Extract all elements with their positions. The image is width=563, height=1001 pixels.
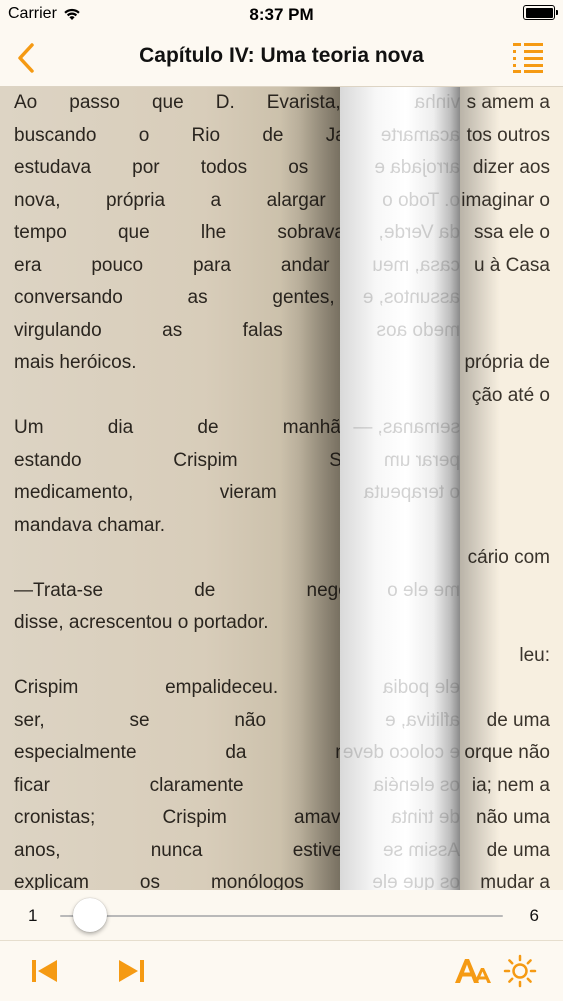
battery-icon [523, 5, 558, 20]
mirror-line: o. Todo o [382, 189, 460, 211]
brightness-icon [503, 954, 537, 988]
mirror-line: me ele o [387, 579, 460, 601]
mirror-line: o terapeuta [363, 482, 460, 503]
reader-page[interactable]: s amem a tos outros dizer aos imaginar o ssa… [0, 87, 563, 890]
mirror-line [340, 640, 460, 673]
mirror-line [340, 380, 460, 413]
page-start-label: 1 [28, 906, 38, 925]
status-time: 8:37 PM [249, 5, 314, 24]
mirror-line [340, 347, 460, 380]
page-curl-shade [280, 87, 340, 890]
chapter-title: Capítulo IV: Uma teoria nova [139, 44, 424, 67]
mirror-line: vinha [414, 92, 460, 113]
bottom-toolbar [0, 940, 563, 1001]
mirror-line: arrojada e [374, 157, 460, 178]
next-chapter-button[interactable] [114, 953, 148, 989]
mirror-line: casa, meu [372, 254, 460, 276]
font-size-icon [455, 959, 491, 983]
table-of-contents-button[interactable] [511, 40, 545, 74]
mirror-line: de trinta [391, 807, 460, 828]
brightness-button[interactable] [503, 953, 537, 989]
mirror-line: os elenéia [373, 774, 460, 796]
list-icon [513, 43, 543, 73]
mirror-line: medo aos [376, 319, 460, 341]
chevron-left-icon [18, 43, 34, 73]
mirror-line: aflitiva, e [385, 709, 460, 731]
status-right [523, 5, 558, 20]
page-slider-track[interactable] [60, 915, 503, 917]
mirror-line [340, 542, 460, 575]
skip-forward-icon [119, 960, 144, 982]
mirror-line: acamarte [380, 124, 460, 146]
page-curl-mirror-text: vinha acamarte arrojada e o. Todo o da Verde… [340, 87, 460, 890]
page-slider-thumb[interactable] [73, 898, 107, 932]
font-size-button[interactable] [452, 953, 492, 989]
mirror-line: semanas, — [353, 417, 460, 438]
mirror-line [340, 510, 460, 543]
back-button[interactable] [12, 40, 44, 76]
status-bar: Carrier 8:37 PM [0, 0, 563, 30]
previous-chapter-button[interactable] [28, 953, 62, 989]
page-curl-back: vinha acamarte arrojada e o. Todo o da Verde… [340, 87, 460, 890]
mirror-line [340, 607, 460, 640]
page-curl-shadow [460, 87, 500, 890]
nav-bar: Capítulo IV: Uma teoria nova [0, 30, 563, 87]
mirror-line: ele podia [382, 677, 460, 698]
mirror-line: os que ele [372, 872, 460, 890]
mirror-line: Assim se [382, 839, 460, 861]
mirror-line: assuntos, e [362, 287, 460, 308]
mirror-line: da Verde, [378, 222, 460, 243]
page-end-label: 6 [529, 906, 539, 925]
skip-back-icon [32, 960, 57, 982]
page-slider-bar: 1 6 [0, 890, 563, 940]
mirror-line: e coloco deve [342, 742, 460, 763]
mirror-line: perar um [383, 449, 460, 471]
turning-page[interactable]: Ao passo que D. Evarista, a buscar, vinh… [0, 87, 340, 890]
